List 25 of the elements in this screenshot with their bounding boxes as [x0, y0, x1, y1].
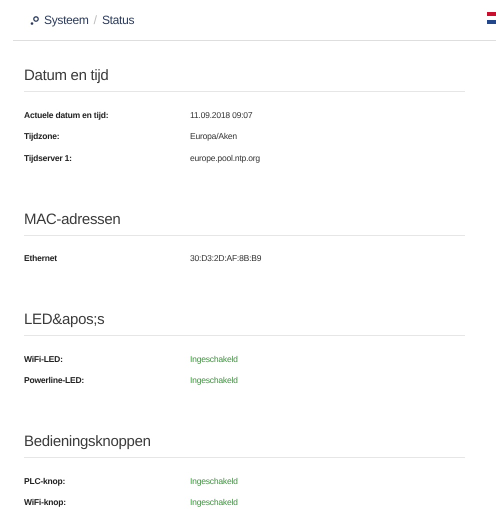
field-label: Tijdserver 1:: [24, 152, 73, 163]
field-value: 11.09.2018 09:07: [190, 110, 252, 120]
field-value: europe.pool.ntp.org: [190, 152, 260, 163]
field-label: Ethernet: [24, 253, 58, 264]
breadcrumb-link[interactable]: Status: [102, 13, 134, 27]
section-heading: LED&apos;s: [24, 311, 465, 336]
field-label: Powerline-LED:: [24, 375, 86, 386]
field-value: Europa/Aken: [190, 131, 237, 142]
field-label: Actuele datum en tijd:: [24, 110, 110, 120]
flag-icon[interactable]: [487, 12, 496, 24]
breadcrumb-separator: /: [94, 13, 97, 27]
field-value: Ingeschakeld: [190, 375, 238, 386]
field-label: Tijdzone:: [24, 131, 60, 142]
section-heading: Datum en tijd: [24, 67, 465, 92]
breadcrumb-link[interactable]: Systeem: [44, 13, 89, 27]
field-value: Ingeschakeld: [190, 354, 238, 364]
section-heading: MAC-adressen: [24, 210, 465, 236]
field-value: 30:D3:2D:AF:8B:B9: [190, 253, 262, 264]
field-label: WiFi-knop:: [24, 497, 67, 508]
field-value: Ingeschakeld: [190, 497, 238, 508]
section-heading: Bedieningsknoppen: [24, 433, 465, 458]
field-value: Ingeschakeld: [190, 476, 238, 486]
field-label: WiFi-LED:: [24, 354, 64, 364]
nodes-icon: [30, 16, 39, 24]
field-label: PLC-knop:: [24, 476, 66, 486]
